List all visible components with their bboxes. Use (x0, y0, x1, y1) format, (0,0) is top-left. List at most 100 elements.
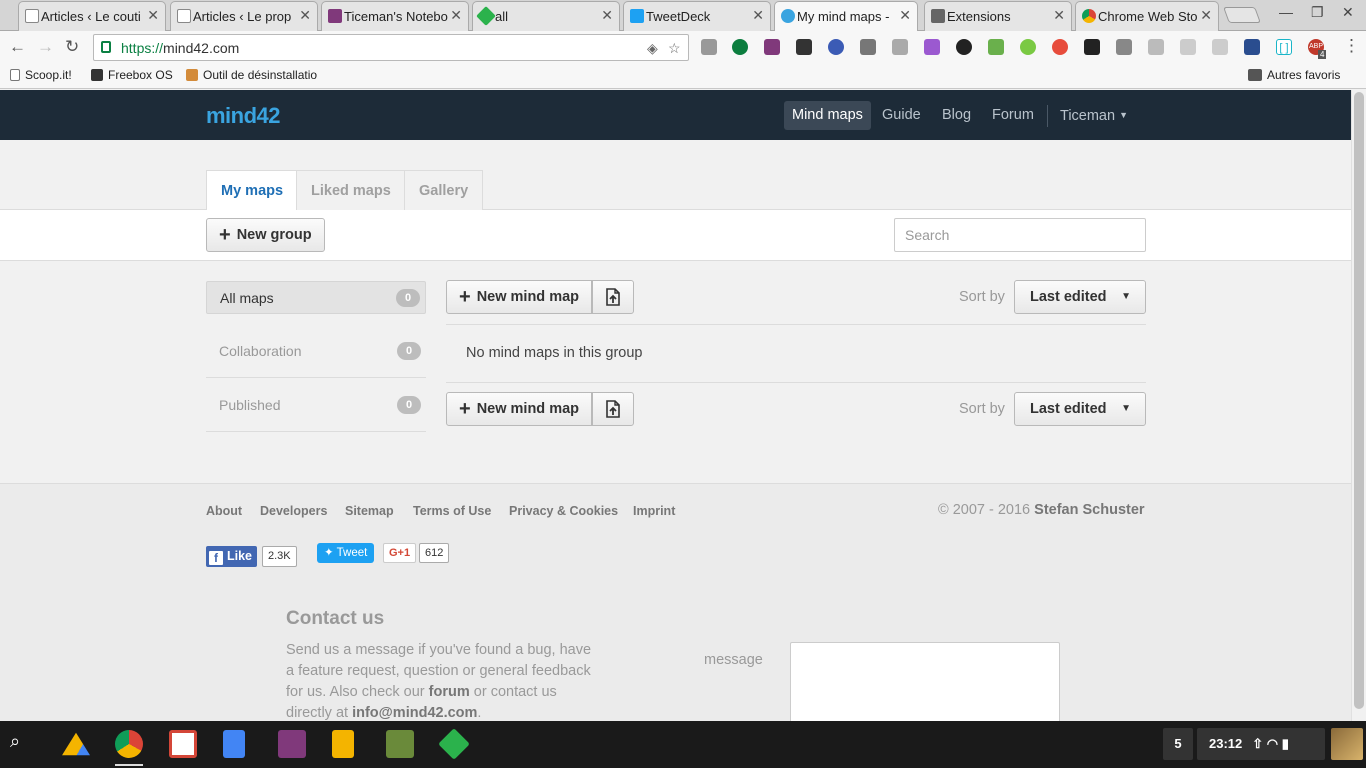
status-tray[interactable]: 23:12 ⇧ ◠ ▮ (1197, 728, 1325, 760)
new-mind-map-button[interactable]: + New mind map (446, 280, 593, 314)
onenote-icon[interactable] (278, 730, 306, 758)
back-icon[interactable]: ← (9, 37, 26, 57)
browser-tab[interactable]: all ✕ (472, 1, 620, 31)
star-icon[interactable]: ☆ (668, 40, 681, 57)
mindmap-app-icon[interactable] (386, 730, 414, 758)
new-mind-map-button-bottom[interactable]: + New mind map (446, 392, 593, 426)
mind42-logo[interactable]: mind42 (206, 103, 281, 129)
google-docs-icon[interactable] (223, 730, 245, 758)
bookmark-scoopit[interactable]: Scoop.it! (10, 68, 72, 82)
google-drive-icon[interactable] (62, 732, 90, 756)
message-textarea[interactable] (790, 642, 1060, 721)
tweet-button[interactable]: ✦ Tweet (317, 543, 375, 563)
close-tab-icon[interactable]: ✕ (147, 7, 159, 24)
close-tab-icon[interactable]: ✕ (899, 7, 911, 24)
forum-link[interactable]: forum (429, 684, 470, 700)
close-tab-icon[interactable]: ✕ (601, 7, 613, 24)
extension-icon[interactable] (701, 39, 717, 55)
rss-extension-icon[interactable] (1212, 39, 1228, 55)
forward-icon[interactable]: → (37, 37, 54, 57)
url-text[interactable]: https://mind42.com (121, 40, 239, 56)
sort-select[interactable]: Last edited ▼ (1014, 280, 1146, 314)
footer-link-privacy[interactable]: Privacy & Cookies (509, 504, 618, 518)
feedly-icon[interactable] (438, 728, 470, 760)
extension-icon[interactable] (1180, 39, 1196, 55)
import-map-button-bottom[interactable] (592, 392, 634, 426)
import-map-button[interactable] (592, 280, 634, 314)
other-bookmarks[interactable]: Autres favoris (1248, 68, 1340, 82)
group-collaboration[interactable]: Collaboration 0 (206, 324, 426, 378)
extension-icon[interactable] (1020, 39, 1036, 55)
close-window-icon[interactable]: ✕ (1342, 4, 1354, 21)
pen-extension-icon[interactable] (924, 39, 940, 55)
group-published[interactable]: Published 0 (206, 378, 426, 432)
bookmark-freebox[interactable]: Freebox OS (91, 68, 173, 82)
fish-extension-icon[interactable] (1084, 39, 1100, 55)
tab-liked-maps[interactable]: Liked maps (296, 170, 406, 210)
pencil-extension-icon[interactable] (1116, 39, 1132, 55)
tab-my-maps[interactable]: My maps (206, 170, 299, 211)
extension-icon[interactable] (1148, 39, 1164, 55)
chrome-icon[interactable] (115, 730, 143, 766)
close-tab-icon[interactable]: ✕ (1200, 7, 1212, 24)
extension-icon[interactable] (860, 39, 876, 55)
avatar[interactable] (1331, 728, 1363, 760)
close-tab-icon[interactable]: ✕ (299, 7, 311, 24)
color-extension-icon[interactable] (956, 39, 972, 55)
browser-tab[interactable]: Extensions ✕ (924, 1, 1072, 31)
footer-link-imprint[interactable]: Imprint (633, 504, 675, 518)
browser-tab[interactable]: TweetDeck ✕ (623, 1, 771, 31)
browser-tab[interactable]: Ticeman's Notebo ✕ (321, 1, 469, 31)
close-tab-icon[interactable]: ✕ (450, 7, 462, 24)
film-extension-icon[interactable] (796, 39, 812, 55)
close-tab-icon[interactable]: ✕ (752, 7, 764, 24)
nav-blog[interactable]: Blog (934, 101, 979, 130)
facebook-like-button[interactable]: f Like (206, 546, 258, 567)
sort-select-bottom[interactable]: Last edited ▼ (1014, 392, 1146, 426)
nav-forum[interactable]: Forum (984, 101, 1042, 130)
search-input[interactable] (894, 218, 1146, 252)
onenote-extension-icon[interactable] (764, 39, 780, 55)
book-extension-icon[interactable] (1244, 39, 1260, 55)
scrollbar-thumb[interactable] (1354, 92, 1364, 709)
page-content: mind42 Mind maps Guide Blog Forum Ticema… (0, 90, 1351, 721)
email-link[interactable]: info@mind42.com (352, 705, 477, 721)
extension-icon[interactable] (732, 39, 748, 55)
extension-icon[interactable] (1052, 39, 1068, 55)
close-tab-icon[interactable]: ✕ (1053, 7, 1065, 24)
footer-link-terms[interactable]: Terms of Use (413, 504, 491, 518)
group-all-maps[interactable]: All maps 0 (206, 281, 426, 314)
browser-tab[interactable]: Articles ‹ Le couti ✕ (18, 1, 166, 31)
page-scrollbar[interactable] (1351, 90, 1366, 721)
new-group-button[interactable]: + New group (206, 218, 325, 252)
search-icon[interactable]: ⌕ (10, 731, 20, 752)
google-plus-button[interactable]: G+1 (383, 543, 417, 563)
page-icon (25, 9, 39, 23)
gmail-icon[interactable] (169, 730, 197, 758)
browser-tab-active[interactable]: My mind maps - ✕ (774, 1, 918, 31)
print-extension-icon[interactable] (988, 39, 1004, 55)
footer-link-developers[interactable]: Developers (260, 504, 327, 518)
tab-gallery[interactable]: Gallery (404, 170, 484, 210)
bookmark-uninstall-tool[interactable]: Outil de désinstallatio (186, 68, 317, 82)
brackets-extension-icon[interactable]: [ ] (1276, 39, 1292, 55)
user-menu[interactable]: Ticeman ▼ (1052, 101, 1136, 130)
notification-count[interactable]: 5 (1163, 728, 1193, 760)
camera-extension-icon[interactable] (892, 39, 908, 55)
privacy-icon[interactable]: ◈ (647, 40, 658, 57)
browser-tab[interactable]: Chrome Web Sto ✕ (1075, 1, 1219, 31)
google-slides-icon[interactable] (332, 730, 354, 758)
nav-guide[interactable]: Guide (874, 101, 929, 130)
k-extension-icon[interactable] (828, 39, 844, 55)
address-bar[interactable]: https://mind42.com ◈ ☆ (93, 34, 689, 61)
browser-tab[interactable]: Articles ‹ Le prop ✕ (170, 1, 318, 31)
lock-icon (101, 41, 111, 53)
footer-link-sitemap[interactable]: Sitemap (345, 504, 394, 518)
footer-link-about[interactable]: About (206, 504, 242, 518)
minimize-icon[interactable]: — (1279, 4, 1293, 20)
new-tab-button[interactable] (1223, 7, 1261, 23)
reload-icon[interactable]: ↻ (65, 37, 79, 57)
menu-icon[interactable]: ⋮ (1343, 36, 1360, 56)
maximize-icon[interactable]: ❐ (1311, 4, 1324, 21)
nav-mind-maps[interactable]: Mind maps (784, 101, 871, 130)
